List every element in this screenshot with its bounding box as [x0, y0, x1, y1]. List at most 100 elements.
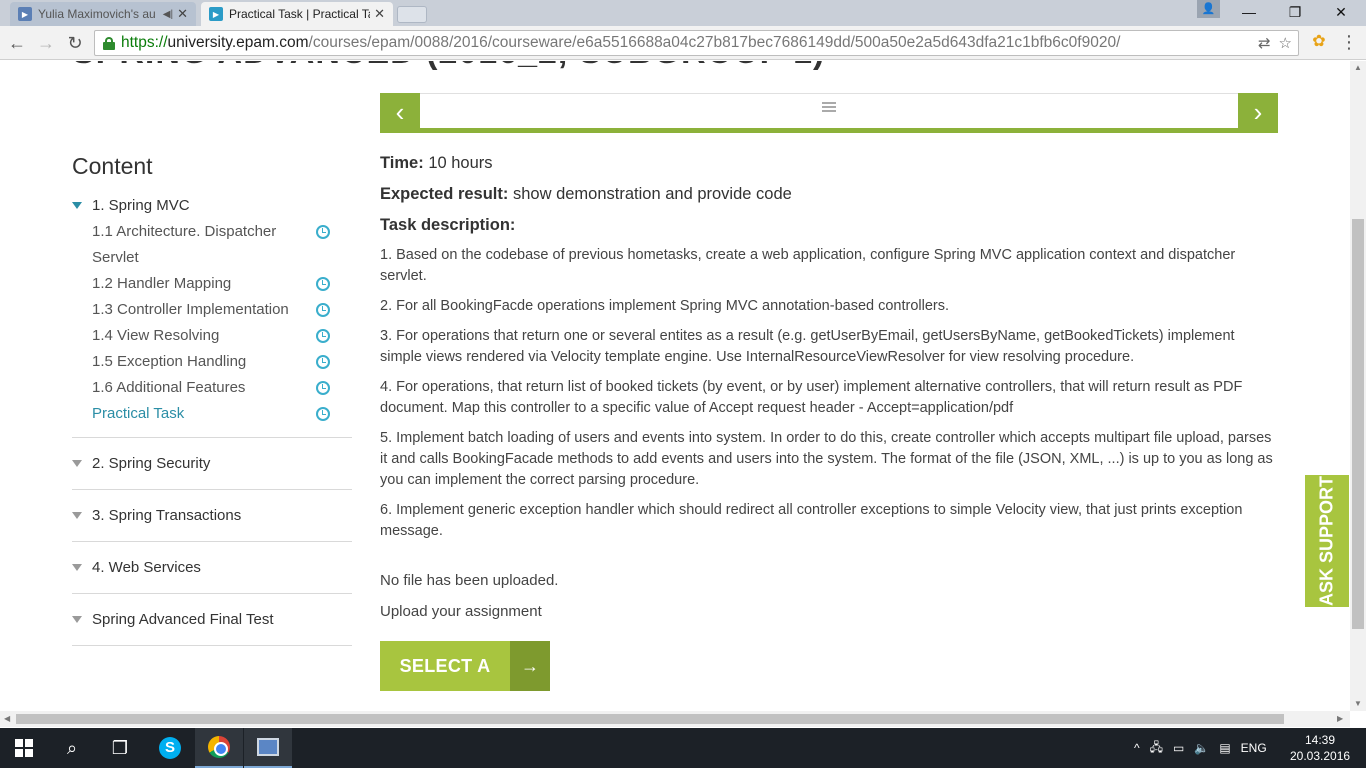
- sidebar-section-spring-mvc: 1. Spring MVC 1.1 Architecture. Dispatch…: [72, 191, 352, 438]
- sequence-bar: [420, 93, 1238, 133]
- volume-icon[interactable]: 🔈: [1194, 741, 1209, 755]
- clock-date: 20.03.2016: [1290, 749, 1351, 763]
- list-icon[interactable]: [822, 102, 836, 112]
- windows-logo-icon: [15, 739, 33, 757]
- chrome-icon: [208, 736, 230, 758]
- time-value: 10 hours: [428, 154, 493, 172]
- next-unit-button[interactable]: ›: [1238, 93, 1278, 133]
- previous-unit-button[interactable]: ‹: [380, 93, 420, 133]
- remote-desktop-taskbar-button[interactable]: [244, 728, 292, 768]
- expected-value: show demonstration and provide code: [512, 185, 792, 203]
- url-scheme: https://: [121, 34, 168, 51]
- bookmark-star-icon[interactable]: ☆: [1279, 34, 1292, 52]
- task-view-icon[interactable]: ❐: [96, 728, 144, 768]
- browser-menu-icon[interactable]: ⋮: [1340, 32, 1358, 52]
- item-label: 1.4 View Resolving: [92, 327, 220, 344]
- sidebar-item-controller-implementation[interactable]: 1.3 Controller Implementation: [72, 297, 352, 323]
- caret-down-icon: [72, 459, 82, 467]
- chrome-taskbar-button[interactable]: [195, 728, 243, 768]
- sidebar-item-architecture[interactable]: 1.1 Architecture. Dispatcher Servlet: [72, 219, 352, 271]
- vertical-scrollbar[interactable]: ▲ ▼: [1350, 61, 1366, 711]
- lock-icon: [103, 36, 115, 50]
- back-arrow-icon[interactable]: ←: [5, 31, 29, 55]
- item-label: 1.6 Additional Features: [92, 379, 246, 396]
- tab-close-icon[interactable]: ✕: [177, 6, 188, 22]
- reload-icon[interactable]: ↻: [63, 31, 87, 55]
- sidebar-section-spring-transactions: 3. Spring Transactions: [72, 490, 352, 542]
- course-title: SPRING ADVANCED (2016_2, SUBGROUP 1): [72, 61, 825, 72]
- caret-down-icon: [72, 511, 82, 519]
- language-indicator[interactable]: ENG: [1241, 741, 1267, 755]
- alarm-clock-icon: [316, 381, 330, 395]
- skype-icon: S: [159, 737, 181, 759]
- section-toggle[interactable]: 4. Web Services: [72, 553, 352, 581]
- alarm-clock-icon: [316, 355, 330, 369]
- scroll-thumb[interactable]: [16, 714, 1284, 724]
- profile-icon[interactable]: 👤: [1197, 0, 1220, 18]
- task-item: 4. For operations, that return list of b…: [380, 379, 1243, 416]
- sidebar-item-handler-mapping[interactable]: 1.2 Handler Mapping: [72, 271, 352, 297]
- notification-icon[interactable]: ▤: [1219, 741, 1230, 755]
- browser-titlebar: ▶ Yulia Maximovich's au ◀| ✕ ▶ Practical…: [0, 0, 1366, 26]
- battery-icon[interactable]: ▭: [1173, 741, 1184, 755]
- scroll-left-icon[interactable]: ◀: [4, 714, 10, 723]
- skype-taskbar-button[interactable]: S: [146, 728, 194, 768]
- section-toggle[interactable]: Spring Advanced Final Test: [72, 605, 352, 633]
- translate-icon[interactable]: ⇄: [1258, 34, 1271, 52]
- tab-close-icon[interactable]: ✕: [374, 6, 385, 22]
- forward-arrow-icon[interactable]: →: [34, 31, 58, 55]
- scroll-thumb[interactable]: [1352, 219, 1364, 629]
- tab-practical-task[interactable]: ▶ Practical Task | Practical Ta ✕: [201, 2, 393, 26]
- page-viewport: SPRING ADVANCED (2016_2, SUBGROUP 1) ‹ ›…: [0, 61, 1350, 711]
- restore-button[interactable]: ❐: [1273, 0, 1317, 24]
- scroll-right-icon[interactable]: ▶: [1337, 714, 1343, 723]
- sidebar-item-practical-task[interactable]: Practical Task: [72, 401, 352, 427]
- arrow-right-icon: →: [510, 641, 550, 691]
- item-label: Practical Task: [92, 405, 185, 422]
- section-toggle[interactable]: 3. Spring Transactions: [72, 501, 352, 529]
- expected-result-line: Expected result: show demonstration and …: [380, 185, 1280, 204]
- minimize-button[interactable]: —: [1227, 0, 1271, 24]
- sequence-navigation: ‹ ›: [380, 93, 1278, 133]
- clock-time: 14:39: [1304, 733, 1336, 747]
- extension-icon[interactable]: ✿: [1309, 32, 1329, 52]
- address-bar[interactable]: https://university.epam.com/courses/epam…: [94, 30, 1299, 56]
- clock[interactable]: 14:39 20.03.2016: [1290, 732, 1350, 764]
- expected-label: Expected result:: [380, 185, 509, 203]
- ask-support-button[interactable]: ASK SUPPORT: [1305, 475, 1349, 607]
- tab-title: Yulia Maximovich's au: [38, 7, 156, 21]
- horizontal-scrollbar[interactable]: ◀ ▶: [0, 711, 1350, 727]
- caret-down-icon: [72, 563, 82, 571]
- course-sidebar: Content 1. Spring MVC 1.1 Architecture. …: [72, 153, 352, 646]
- section-label: 4. Web Services: [92, 558, 201, 576]
- search-icon[interactable]: ⌕: [48, 728, 96, 768]
- sidebar-item-exception-handling[interactable]: 1.5 Exception Handling: [72, 349, 352, 375]
- section-toggle[interactable]: 1. Spring MVC: [72, 191, 352, 219]
- time-line: Time: 10 hours: [380, 154, 1280, 173]
- speaker-icon[interactable]: ◀|: [163, 9, 173, 20]
- scroll-up-icon[interactable]: ▲: [1354, 63, 1362, 72]
- new-tab-button[interactable]: [397, 6, 427, 23]
- network-icon[interactable]: 🖧: [1150, 738, 1163, 759]
- upload-label: Upload your assignment: [380, 603, 542, 620]
- alarm-clock-icon: [316, 329, 330, 343]
- start-button[interactable]: [0, 728, 48, 768]
- section-label: 3. Spring Transactions: [92, 506, 242, 524]
- item-label: 1.1 Architecture. Dispatcher Servlet: [92, 223, 277, 266]
- select-file-button[interactable]: SELECT A FILE →: [380, 641, 550, 711]
- sidebar-item-view-resolving[interactable]: 1.4 View Resolving: [72, 323, 352, 349]
- browser-toolbar: ← → ↻ https://university.epam.com/course…: [0, 26, 1366, 60]
- scroll-down-icon[interactable]: ▼: [1354, 699, 1362, 708]
- url-host: university.epam.com: [167, 34, 309, 51]
- sidebar-item-additional-features[interactable]: 1.6 Additional Features: [72, 375, 352, 401]
- unit-content: Time: 10 hours Expected result: show dem…: [380, 154, 1280, 711]
- alarm-clock-icon: [316, 303, 330, 317]
- close-window-button[interactable]: ✕: [1319, 0, 1363, 24]
- section-toggle[interactable]: 2. Spring Security: [72, 449, 352, 477]
- alarm-clock-icon: [316, 407, 330, 421]
- chevron-up-icon[interactable]: ^: [1134, 741, 1140, 755]
- tab-yulia[interactable]: ▶ Yulia Maximovich's au ◀| ✕: [10, 2, 196, 26]
- task-description-heading: Task description:: [380, 216, 516, 234]
- upload-status: No file has been uploaded.: [380, 572, 559, 589]
- windows-taskbar: ⌕ ❐ S ^ 🖧 ▭ 🔈 ▤ ENG 14:39 20.03.2016: [0, 728, 1366, 768]
